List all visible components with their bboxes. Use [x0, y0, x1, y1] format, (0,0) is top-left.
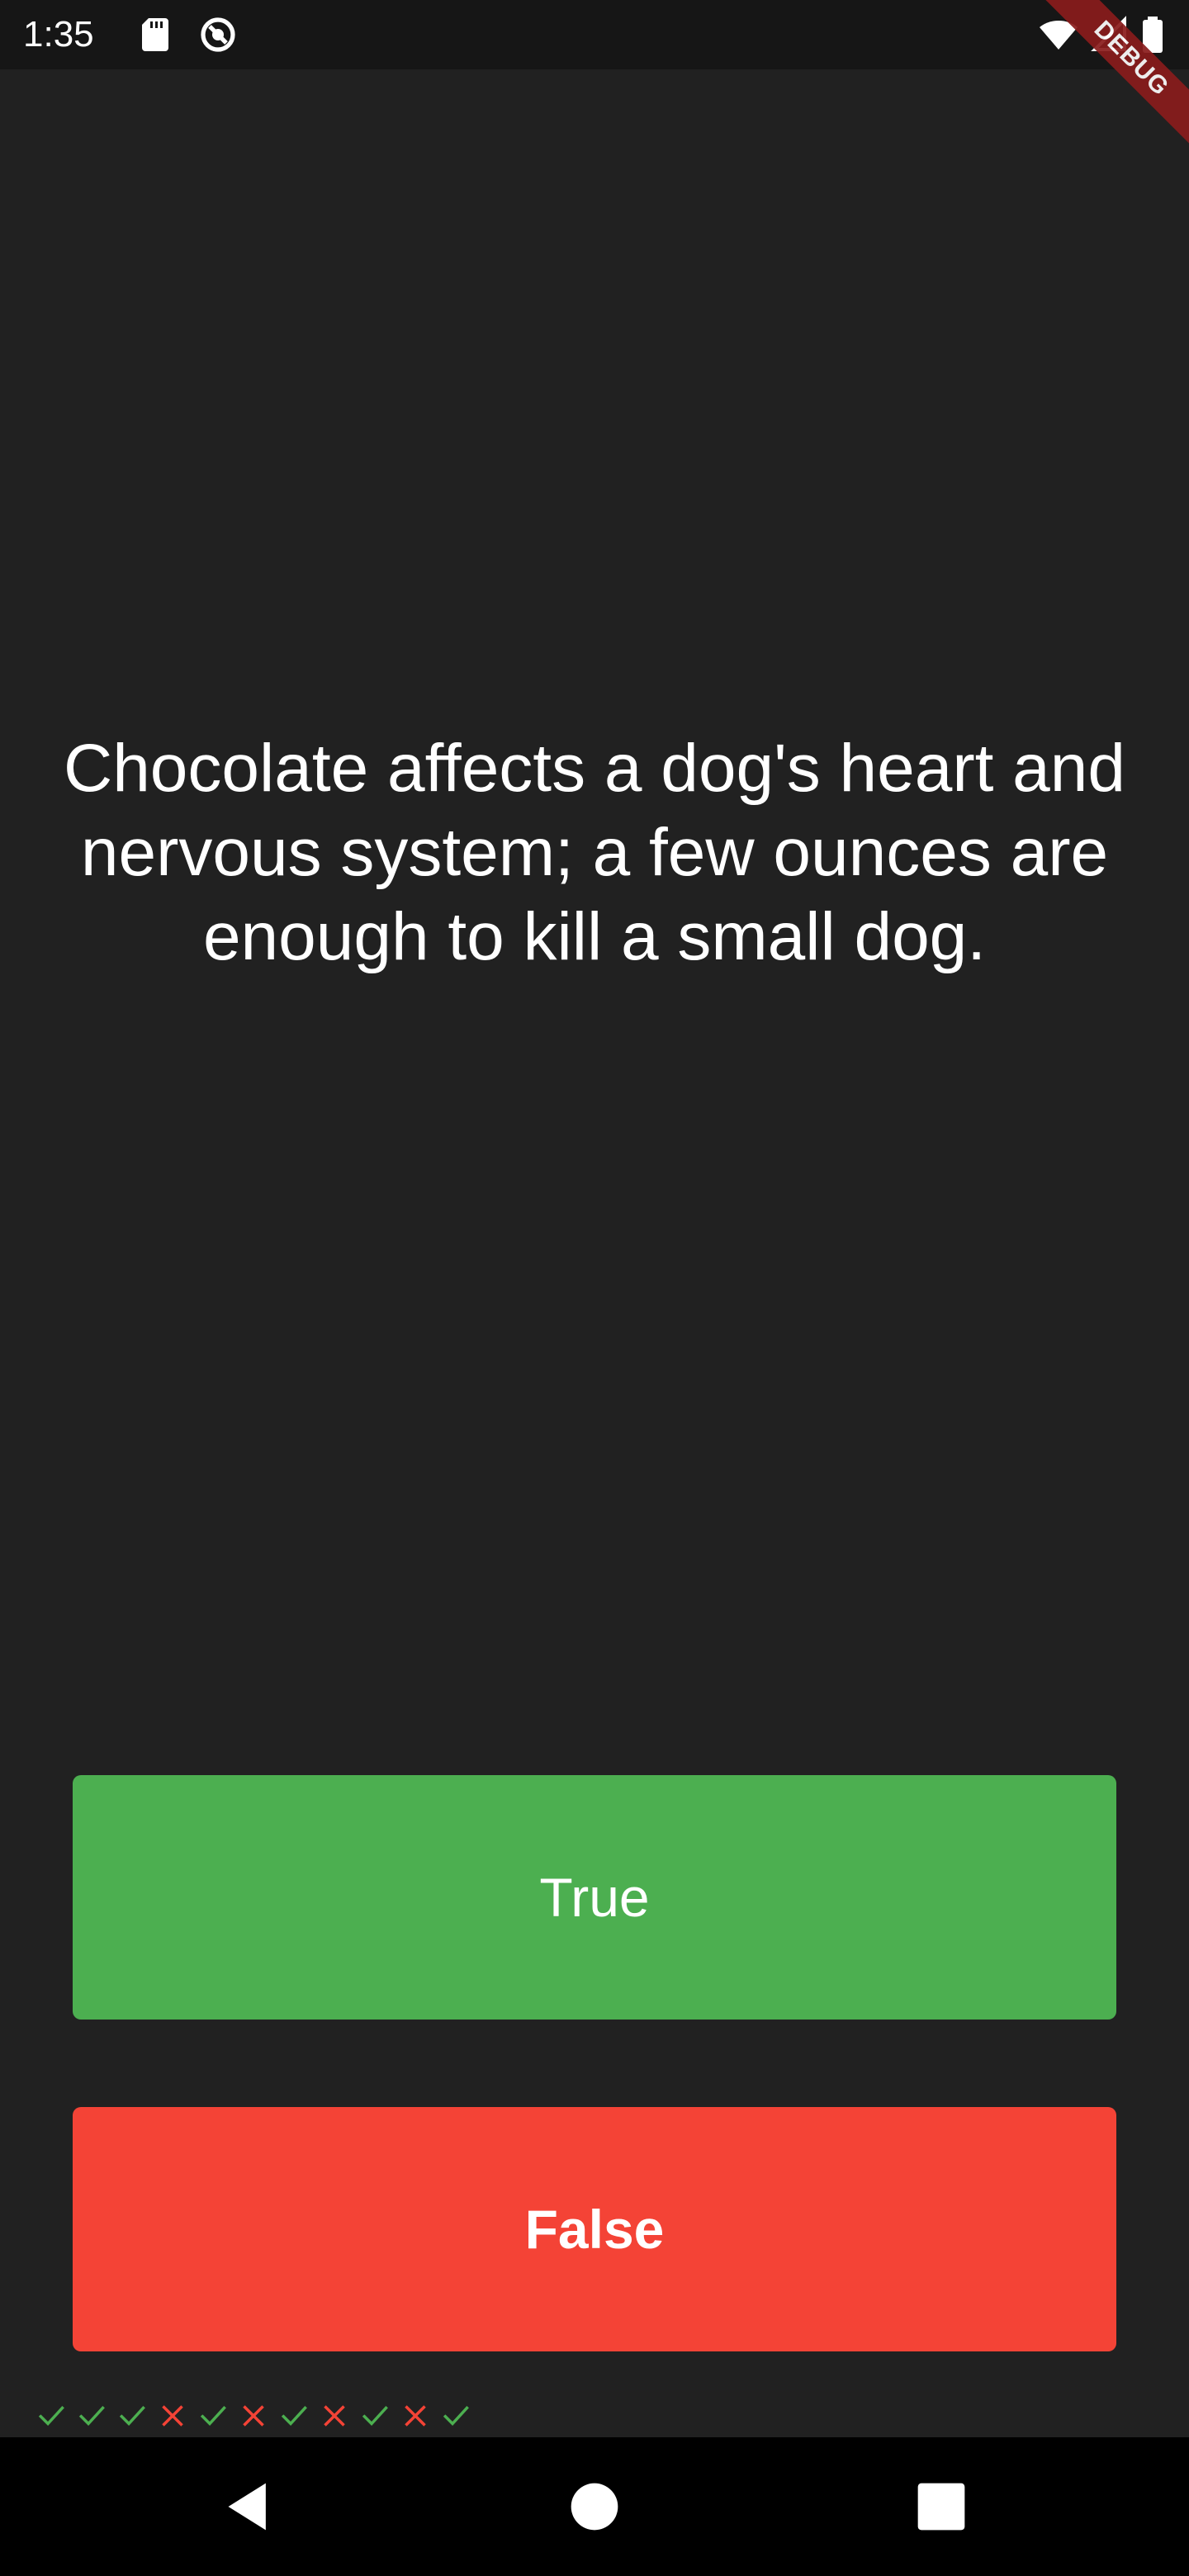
wifi-icon — [1039, 15, 1078, 54]
battery-icon — [1138, 15, 1168, 54]
signal-icon — [1090, 15, 1130, 54]
navigation-bar — [0, 2437, 1189, 2576]
true-button-label: True — [539, 1867, 650, 1928]
sd-card-icon — [135, 15, 175, 54]
check-icon — [31, 2399, 71, 2432]
check-icon — [112, 2399, 152, 2432]
quiz-screen: 1:35 DEBUG Chocolate affects a dog's hea… — [0, 0, 1189, 2576]
back-icon[interactable] — [221, 2479, 277, 2535]
question-text: Chocolate affects a dog's heart and nerv… — [63, 731, 1125, 974]
check-icon — [193, 2399, 233, 2432]
check-icon — [436, 2399, 476, 2432]
close-icon — [396, 2399, 435, 2432]
question-area: Chocolate affects a dog's heart and nerv… — [50, 727, 1139, 979]
close-icon — [315, 2399, 354, 2432]
sync-icon — [198, 15, 238, 54]
status-bar: 1:35 — [0, 0, 1189, 69]
close-icon — [234, 2399, 273, 2432]
check-icon — [72, 2399, 111, 2432]
score-keeper — [31, 2399, 476, 2432]
false-button[interactable]: False — [73, 2107, 1116, 2351]
true-button[interactable]: True — [73, 1775, 1116, 2020]
status-time: 1:35 — [23, 14, 94, 54]
check-icon — [355, 2399, 395, 2432]
recents-icon[interactable] — [913, 2479, 969, 2535]
close-icon — [153, 2399, 192, 2432]
home-icon[interactable] — [566, 2479, 623, 2535]
false-button-label: False — [524, 2199, 665, 2260]
check-icon — [274, 2399, 314, 2432]
